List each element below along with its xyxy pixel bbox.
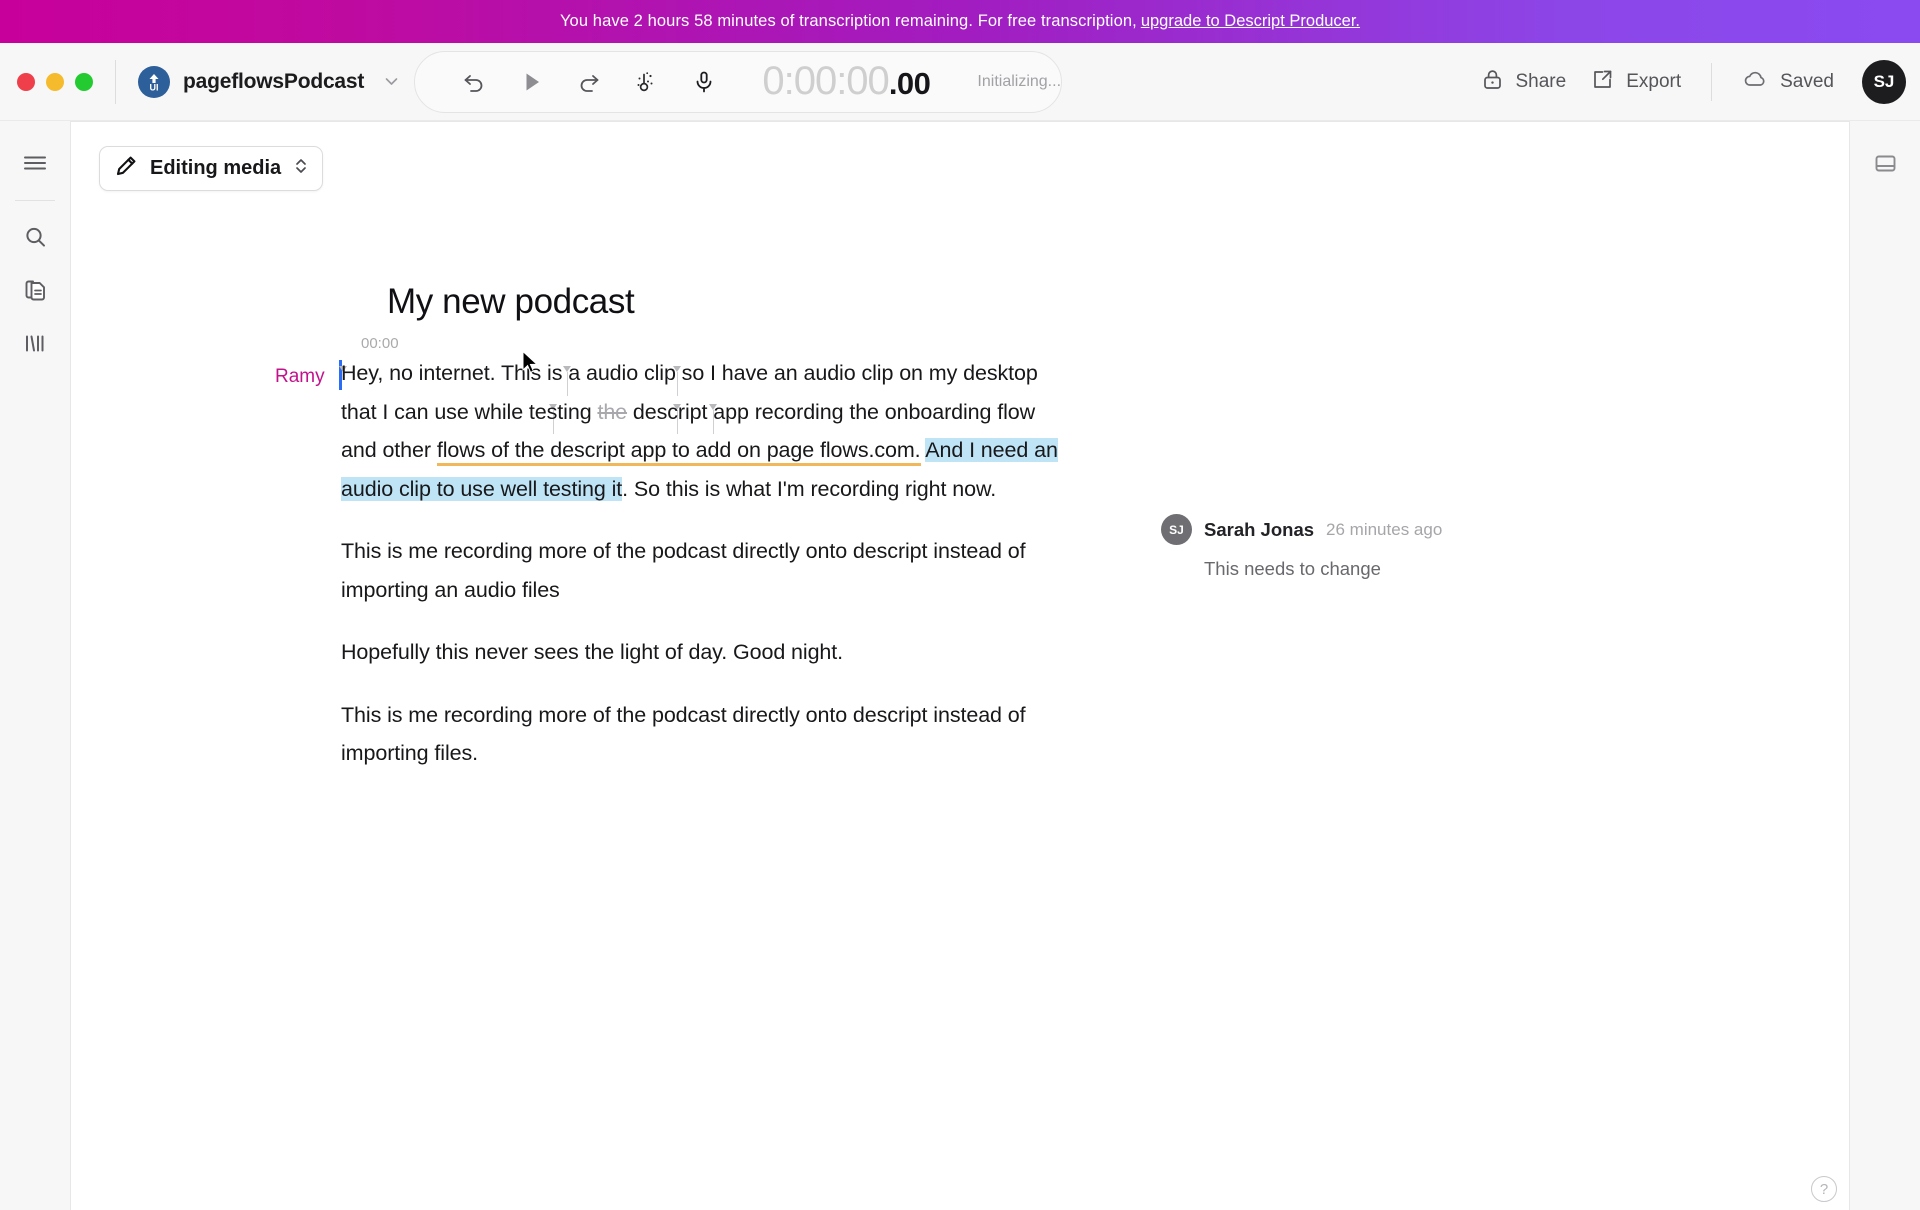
transcript-document: My new podcast Ramy 00:00 Hey, no intern…	[71, 122, 1849, 1210]
title-bar: UI pageflowsPodcast 0:00:00 .00 Initiali…	[0, 43, 1920, 121]
transcript-paragraph[interactable]: Hopefully this never sees the light of d…	[341, 633, 1066, 672]
svg-text:UI: UI	[150, 82, 159, 92]
left-sidebar	[0, 121, 70, 1210]
workspace: Editing media My new podcast Ramy 00:00	[0, 121, 1920, 1210]
sidebar-divider	[15, 200, 55, 201]
transcript-paragraph[interactable]: This is me recording more of the podcast…	[341, 696, 1066, 773]
timecode-frames: .00	[888, 66, 931, 101]
comment-author: Sarah Jonas	[1204, 518, 1315, 540]
transcript-segment: the	[597, 399, 628, 424]
editor-canvas: Editing media My new podcast Ramy 00:00	[70, 121, 1850, 1210]
comment-body: This needs to change	[1204, 558, 1381, 579]
minimize-window-button[interactable]	[46, 72, 64, 91]
right-sidebar	[1850, 121, 1920, 1210]
search-icon[interactable]	[13, 215, 57, 259]
user-avatar[interactable]: SJ	[1862, 60, 1906, 104]
app-logo-icon: UI	[138, 65, 170, 98]
panel-icon[interactable]	[1863, 141, 1907, 185]
promo-message: You have 2 hours 58 minutes of transcrip…	[559, 12, 1137, 30]
comment-card[interactable]: SJ Sarah Jonas 26 minutes ago This needs…	[1161, 514, 1491, 580]
external-link-icon	[1590, 67, 1615, 98]
paragraph-group: 00:00 Hey, no internet. This is a audio …	[339, 335, 1066, 773]
comment-header: SJ Sarah Jonas 26 minutes ago	[1161, 514, 1491, 545]
chevron-down-icon[interactable]	[383, 73, 400, 90]
transcript-paragraph[interactable]: Hey, no internet. This is a audio clip s…	[341, 354, 1066, 508]
export-label: Export	[1626, 71, 1682, 92]
lock-icon	[1480, 67, 1505, 98]
saved-label: Saved	[1780, 71, 1834, 92]
share-label: Share	[1515, 71, 1567, 92]
avatar: SJ	[1161, 514, 1192, 545]
transcript-segment: This is me recording more of the podcast…	[341, 702, 1026, 766]
project-selector[interactable]: UI pageflowsPodcast	[138, 65, 400, 98]
transcript-segment: flows of the descript app to add on page…	[436, 438, 921, 466]
speaker-label[interactable]: Ramy	[275, 354, 341, 773]
waveform-icon[interactable]	[13, 321, 57, 365]
export-button[interactable]: Export	[1578, 61, 1693, 104]
transcript-block: Ramy 00:00 Hey, no internet. This is a a…	[275, 335, 1849, 773]
timecode-display: 0:00:00 .00	[762, 59, 931, 104]
redo-button[interactable]	[574, 65, 604, 99]
transport-status: Initializing...	[977, 72, 1062, 90]
window-controls	[17, 72, 93, 91]
record-microphone-icon[interactable]	[689, 65, 719, 99]
close-window-button[interactable]	[17, 72, 35, 91]
undo-button[interactable]	[459, 65, 489, 99]
timestamp-label[interactable]: 00:00	[361, 335, 399, 352]
magic-tools-icon[interactable]	[631, 65, 661, 99]
divider	[115, 59, 116, 104]
transport-bar: 0:00:00 .00 Initializing...	[414, 50, 1062, 113]
project-name: pageflowsPodcast	[183, 69, 365, 93]
zoom-window-button[interactable]	[75, 72, 93, 91]
share-button[interactable]: Share	[1468, 61, 1579, 104]
promo-banner: You have 2 hours 58 minutes of transcrip…	[0, 0, 1920, 43]
divider	[1711, 63, 1713, 101]
titlebar-actions: Share Export Saved SJ	[1468, 43, 1920, 121]
comment-timestamp: 26 minutes ago	[1326, 519, 1443, 539]
transcript-paragraph[interactable]: This is me recording more of the podcast…	[341, 532, 1066, 609]
hamburger-icon[interactable]	[13, 141, 57, 185]
transcript-segment: This is me recording more of the podcast…	[341, 539, 1026, 602]
transcript-segment: Hopefully this never sees the light of d…	[341, 640, 844, 664]
page-title[interactable]: My new podcast	[387, 282, 1849, 322]
upgrade-link[interactable]: upgrade to Descript Producer.	[1141, 12, 1360, 31]
cloud-icon	[1742, 66, 1769, 99]
help-icon[interactable]: ?	[1811, 1176, 1837, 1202]
timecode-main: 0:00:00	[762, 59, 889, 103]
play-button[interactable]	[516, 65, 546, 99]
documents-icon[interactable]	[13, 268, 57, 312]
transcript-segment: . So this is what I'm recording right no…	[622, 476, 997, 501]
saved-status: Saved	[1730, 60, 1846, 105]
